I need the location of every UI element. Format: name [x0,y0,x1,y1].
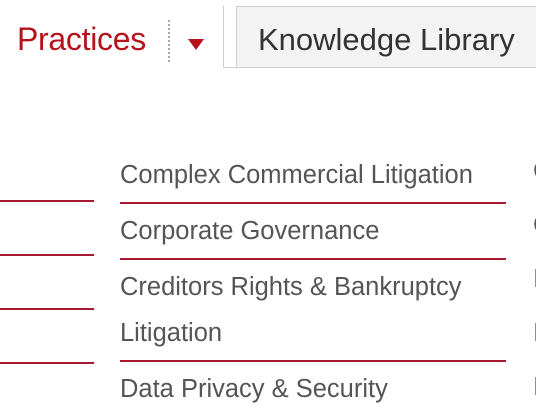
practice-link-data-privacy-security[interactable]: Data Privacy & Security [120,362,506,412]
practice-link-corporate-governance[interactable]: Corporate Governance [120,204,506,260]
practice-list-left-column [0,148,94,364]
practice-link-label[interactable]: Corporate Governance [120,208,506,254]
caret-down-icon[interactable] [188,39,204,50]
tab-knowledge-library-label[interactable]: Knowledge Library [258,22,515,58]
list-item[interactable] [0,148,94,202]
tab-knowledge-library[interactable]: Knowledge Library [236,6,536,67]
practice-link-complex-commercial-litigation[interactable]: Complex Commercial Litigation [120,148,506,204]
list-item[interactable] [0,310,94,364]
list-item[interactable] [0,202,94,256]
practice-list-main-column: Complex Commercial Litigation Corporate … [120,148,506,412]
page: Practices Knowledge Library Complex Comm… [0,0,536,412]
tab-practices[interactable]: Practices [0,6,224,68]
practice-link-label[interactable]: Complex Commercial Litigation [120,152,506,198]
tab-dotted-divider [168,20,170,62]
practice-link-creditors-rights-bankruptcy-litigation[interactable]: Creditors Rights & Bankruptcy Litigation [120,260,506,362]
practice-link-label[interactable]: Creditors Rights & Bankruptcy Litigation [120,264,506,356]
tab-practices-label[interactable]: Practices [17,21,146,57]
list-item[interactable] [0,256,94,310]
practice-link-label[interactable]: Data Privacy & Security [120,366,506,412]
